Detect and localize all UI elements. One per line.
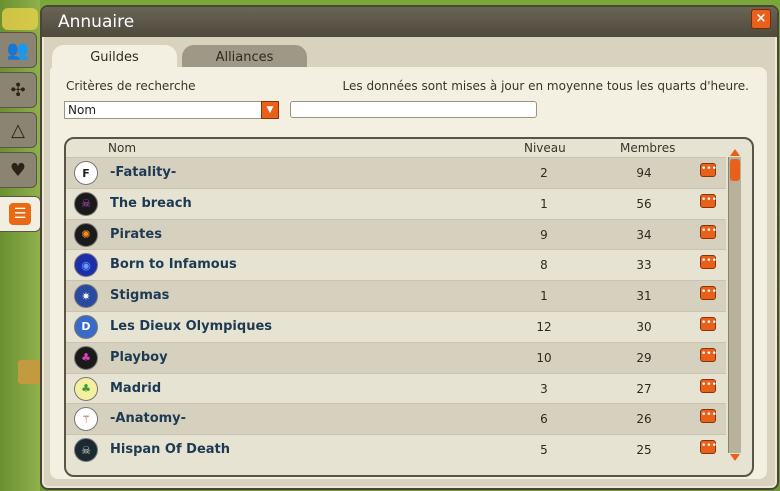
guild-members: 27 xyxy=(636,381,652,396)
more-options-button[interactable]: ••• xyxy=(700,193,717,208)
knot-icon: ✣ xyxy=(10,79,26,101)
guild-name[interactable]: -Anatomy- xyxy=(110,411,186,426)
triangle-knot-icon: △ xyxy=(11,119,25,141)
directory-panel: Critères de recherche Les données sont m… xyxy=(50,67,767,479)
guild-emblem-icon: ♣ xyxy=(74,345,98,370)
table-row[interactable]: ☠ Hispan Of Death 5 25 ••• xyxy=(66,434,726,465)
more-options-button[interactable]: ••• xyxy=(700,409,717,424)
more-options-button[interactable]: ••• xyxy=(700,316,717,331)
guild-level: 1 xyxy=(540,196,548,211)
side-tab-knot[interactable]: ✣ xyxy=(0,72,37,108)
directory-icon: ☰ xyxy=(9,203,31,225)
guild-level: 12 xyxy=(536,319,552,334)
guild-emblem-icon: ✺ xyxy=(74,222,98,247)
heart-icon: ♥ xyxy=(9,159,27,181)
search-criteria-label: Critères de recherche xyxy=(66,79,196,93)
guild-name[interactable]: Hispan Of Death xyxy=(110,442,230,457)
guild-name[interactable]: Madrid xyxy=(110,381,161,396)
column-header-level[interactable]: Niveau xyxy=(524,141,566,155)
table-row[interactable]: ☠ The breach 1 56 ••• xyxy=(66,187,726,219)
guild-emblem-icon: ✷ xyxy=(74,284,98,309)
side-tab-heart[interactable]: ♥ xyxy=(0,152,37,188)
guild-level: 1 xyxy=(540,289,548,304)
guild-level: 2 xyxy=(540,166,548,180)
guild-members: 56 xyxy=(636,196,652,211)
guild-emblem-icon: ☠ xyxy=(74,438,98,463)
guild-level: 8 xyxy=(540,258,548,273)
table-row[interactable]: F -Fatality- 2 94 ••• xyxy=(66,157,726,188)
guild-name[interactable]: Stigmas xyxy=(110,288,169,303)
table-row[interactable]: ✺ Pirates 9 34 ••• xyxy=(66,218,726,250)
guild-emblem-icon: ♣ xyxy=(74,376,98,401)
more-options-button[interactable]: ••• xyxy=(700,286,717,301)
window-titlebar[interactable]: Annuaire × xyxy=(42,7,777,37)
table-row[interactable]: ♣ Madrid 3 27 ••• xyxy=(66,372,726,404)
guild-table: Nom Niveau Membres F -Fatality- 2 94 ••• ☠ The… xyxy=(64,137,754,477)
column-header-members[interactable]: Membres xyxy=(620,141,675,155)
guild-emblem-icon: ☠ xyxy=(74,191,98,216)
guild-name[interactable]: Born to Infamous xyxy=(110,257,237,272)
table-row[interactable]: D Les Dieux Olympiques 12 30 ••• xyxy=(66,310,726,342)
guild-members: 33 xyxy=(636,258,652,273)
column-header-name[interactable]: Nom xyxy=(108,141,136,155)
table-body: F -Fatality- 2 94 ••• ☠ The breach 1 56 ••• ✺ Pirat… xyxy=(66,157,726,465)
map-decoration xyxy=(2,8,38,30)
scroll-up-icon[interactable] xyxy=(730,149,740,156)
people-icon: 👥 xyxy=(6,39,30,61)
scroll-thumb[interactable] xyxy=(730,159,740,181)
table-row[interactable]: ✷ Stigmas 1 31 ••• xyxy=(66,280,726,311)
table-row[interactable]: ♣ Playboy 10 29 ••• xyxy=(66,341,726,373)
tab-guildes[interactable]: Guildes xyxy=(52,45,177,69)
scrollbar[interactable] xyxy=(728,149,741,461)
guild-emblem-icon: ◉ xyxy=(74,253,98,278)
guild-name[interactable]: Les Dieux Olympiques xyxy=(110,319,272,334)
more-options-button[interactable]: ••• xyxy=(700,255,717,270)
guild-name[interactable]: -Fatality- xyxy=(110,165,176,180)
table-row[interactable]: ◉ Born to Infamous 8 33 ••• xyxy=(66,249,726,281)
directory-window: Annuaire × Guildes Alliances Critères de… xyxy=(40,5,779,490)
guild-members: 25 xyxy=(636,443,652,458)
close-icon[interactable]: × xyxy=(751,9,771,29)
guild-emblem-icon: ⚚ xyxy=(74,407,98,432)
guild-level: 10 xyxy=(536,350,552,365)
tab-alliances[interactable]: Alliances xyxy=(182,45,307,69)
update-note: Les données sont mises à jour en moyenne… xyxy=(342,79,749,93)
scroll-down-icon[interactable] xyxy=(730,454,740,461)
more-options-button[interactable]: ••• xyxy=(700,163,717,177)
criteria-select[interactable]: Nom ▼ xyxy=(64,101,279,119)
guild-members: 94 xyxy=(636,166,652,180)
more-options-button[interactable]: ••• xyxy=(700,347,717,362)
table-header: Nom Niveau Membres xyxy=(66,139,726,157)
side-tab-directory[interactable]: ☰ xyxy=(0,196,41,232)
more-options-button[interactable]: ••• xyxy=(700,440,717,455)
guild-level: 6 xyxy=(540,412,548,427)
guild-level: 3 xyxy=(540,381,548,396)
guild-members: 31 xyxy=(636,289,652,304)
side-tab-bar: 👥 ✣ △ ♥ ☰ xyxy=(0,32,41,236)
search-input[interactable] xyxy=(290,101,537,118)
side-tab-people[interactable]: 👥 xyxy=(0,32,37,68)
criteria-select-value: Nom xyxy=(68,103,97,117)
guild-level: 9 xyxy=(540,227,548,242)
chevron-down-icon[interactable]: ▼ xyxy=(261,101,279,119)
more-options-button[interactable]: ••• xyxy=(700,224,717,239)
guild-name[interactable]: Playboy xyxy=(110,350,168,365)
window-title: Annuaire xyxy=(58,12,135,32)
guild-members: 26 xyxy=(636,412,652,427)
guild-members: 34 xyxy=(636,227,652,242)
guild-emblem-icon: F xyxy=(74,161,98,185)
more-options-button[interactable]: ••• xyxy=(700,378,717,393)
guild-name[interactable]: Pirates xyxy=(110,227,162,242)
map-crate xyxy=(18,360,40,384)
table-row[interactable]: ⚚ -Anatomy- 6 26 ••• xyxy=(66,403,726,435)
guild-name[interactable]: The breach xyxy=(110,196,192,211)
guild-level: 5 xyxy=(540,443,548,458)
guild-members: 29 xyxy=(636,350,652,365)
side-tab-triangle-knot[interactable]: △ xyxy=(0,112,37,148)
guild-emblem-icon: D xyxy=(74,314,98,339)
guild-members: 30 xyxy=(636,319,652,334)
